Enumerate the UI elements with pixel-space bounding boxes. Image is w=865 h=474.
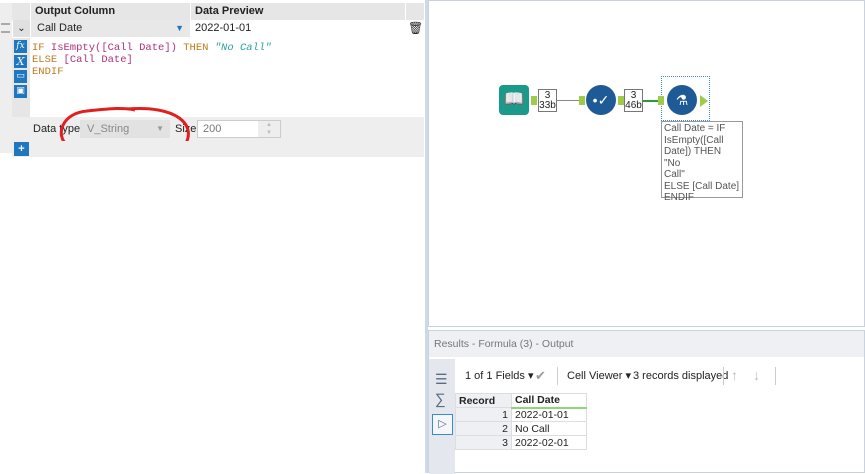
records-displayed: 3 records displayed <box>633 370 729 382</box>
header-data-preview: Data Preview <box>191 3 405 20</box>
output-column-select[interactable]: Call Date ▼ <box>31 20 190 37</box>
formula-tool-flask-icon[interactable]: ⚗ <box>667 85 697 115</box>
tool-annotation: Call Date = IF IsEmpty([Call Date]) THEN "… <box>661 121 743 203</box>
save-icon[interactable]: ▣ <box>14 85 27 98</box>
size-stepper[interactable]: ▲ ▼ <box>258 121 280 137</box>
checkmark-icon[interactable]: ✔ <box>535 368 546 384</box>
sum-icon[interactable]: ∑ <box>435 391 446 408</box>
size-value: 200 <box>203 123 222 135</box>
variable-icon[interactable]: X <box>14 55 27 68</box>
input-data-tool-book-icon[interactable]: 📖 <box>499 85 529 115</box>
arrow-down-icon[interactable]: ↓ <box>753 367 760 383</box>
workflow-canvas[interactable]: 📖 3 33b •✓ 3 46b ⚗ Call Date = IF IsEmpty([… <box>428 0 865 327</box>
column-header-record[interactable]: Record <box>455 393 512 408</box>
data-type-row: Data type: V_String ▼ Size: 200 ▲ ▼ <box>12 106 424 155</box>
output-anchor[interactable] <box>700 95 708 107</box>
results-table: Record Call Date 1 2022-01-01 2 No Call 3 20… <box>455 393 587 450</box>
table-view-icon[interactable]: ☰ <box>435 371 448 388</box>
connection-count-2: 3 46b <box>624 89 643 112</box>
expression-editor[interactable]: IF IsEmpty([Call Date]) THEN "No Call" E… <box>32 42 402 78</box>
formula-config-panel: Output Column Data Preview ⌄ Call Date ▼ … <box>0 0 426 473</box>
header-output-column: Output Column <box>31 3 190 20</box>
column-header-call-date[interactable]: Call Date <box>511 393 587 409</box>
table-row[interactable]: 1 2022-01-01 <box>455 407 587 422</box>
results-title: Results - Formula (3) - Output <box>429 331 864 357</box>
dropdown-arrow-icon: ▼ <box>175 23 184 33</box>
data-preview-value: 2022-01-01 <box>195 22 252 34</box>
output-column-value: Call Date <box>37 22 83 34</box>
fields-dropdown[interactable]: 1 of 1 Fields ▾ <box>465 369 534 383</box>
results-panel: Results - Formula (3) - Output ☰ ∑ ▷ 1 o… <box>428 330 865 474</box>
table-row[interactable]: 2 No Call <box>455 421 587 436</box>
open-icon[interactable]: ▭ <box>14 70 27 83</box>
tag-icon[interactable]: ▷ <box>432 414 453 435</box>
add-field-button[interactable]: + <box>14 142 29 156</box>
connection-count-1: 3 33b <box>538 89 557 112</box>
drag-handle-icon[interactable] <box>1 23 10 33</box>
size-input[interactable]: 200 ▲ ▼ <box>197 120 281 138</box>
table-row[interactable]: 3 2022-02-01 <box>455 435 587 450</box>
delete-trash-icon[interactable]: 🗑 <box>408 20 423 37</box>
arrow-up-icon[interactable]: ↑ <box>731 367 738 383</box>
fx-icon[interactable]: fx <box>14 40 27 53</box>
select-tool-check-icon[interactable]: •✓ <box>586 85 616 115</box>
results-sidebar: ☰ ∑ ▷ <box>429 359 455 474</box>
cell-viewer-dropdown[interactable]: Cell Viewer ▾ <box>567 369 631 383</box>
collapse-chevron-icon[interactable]: ⌄ <box>13 20 30 37</box>
